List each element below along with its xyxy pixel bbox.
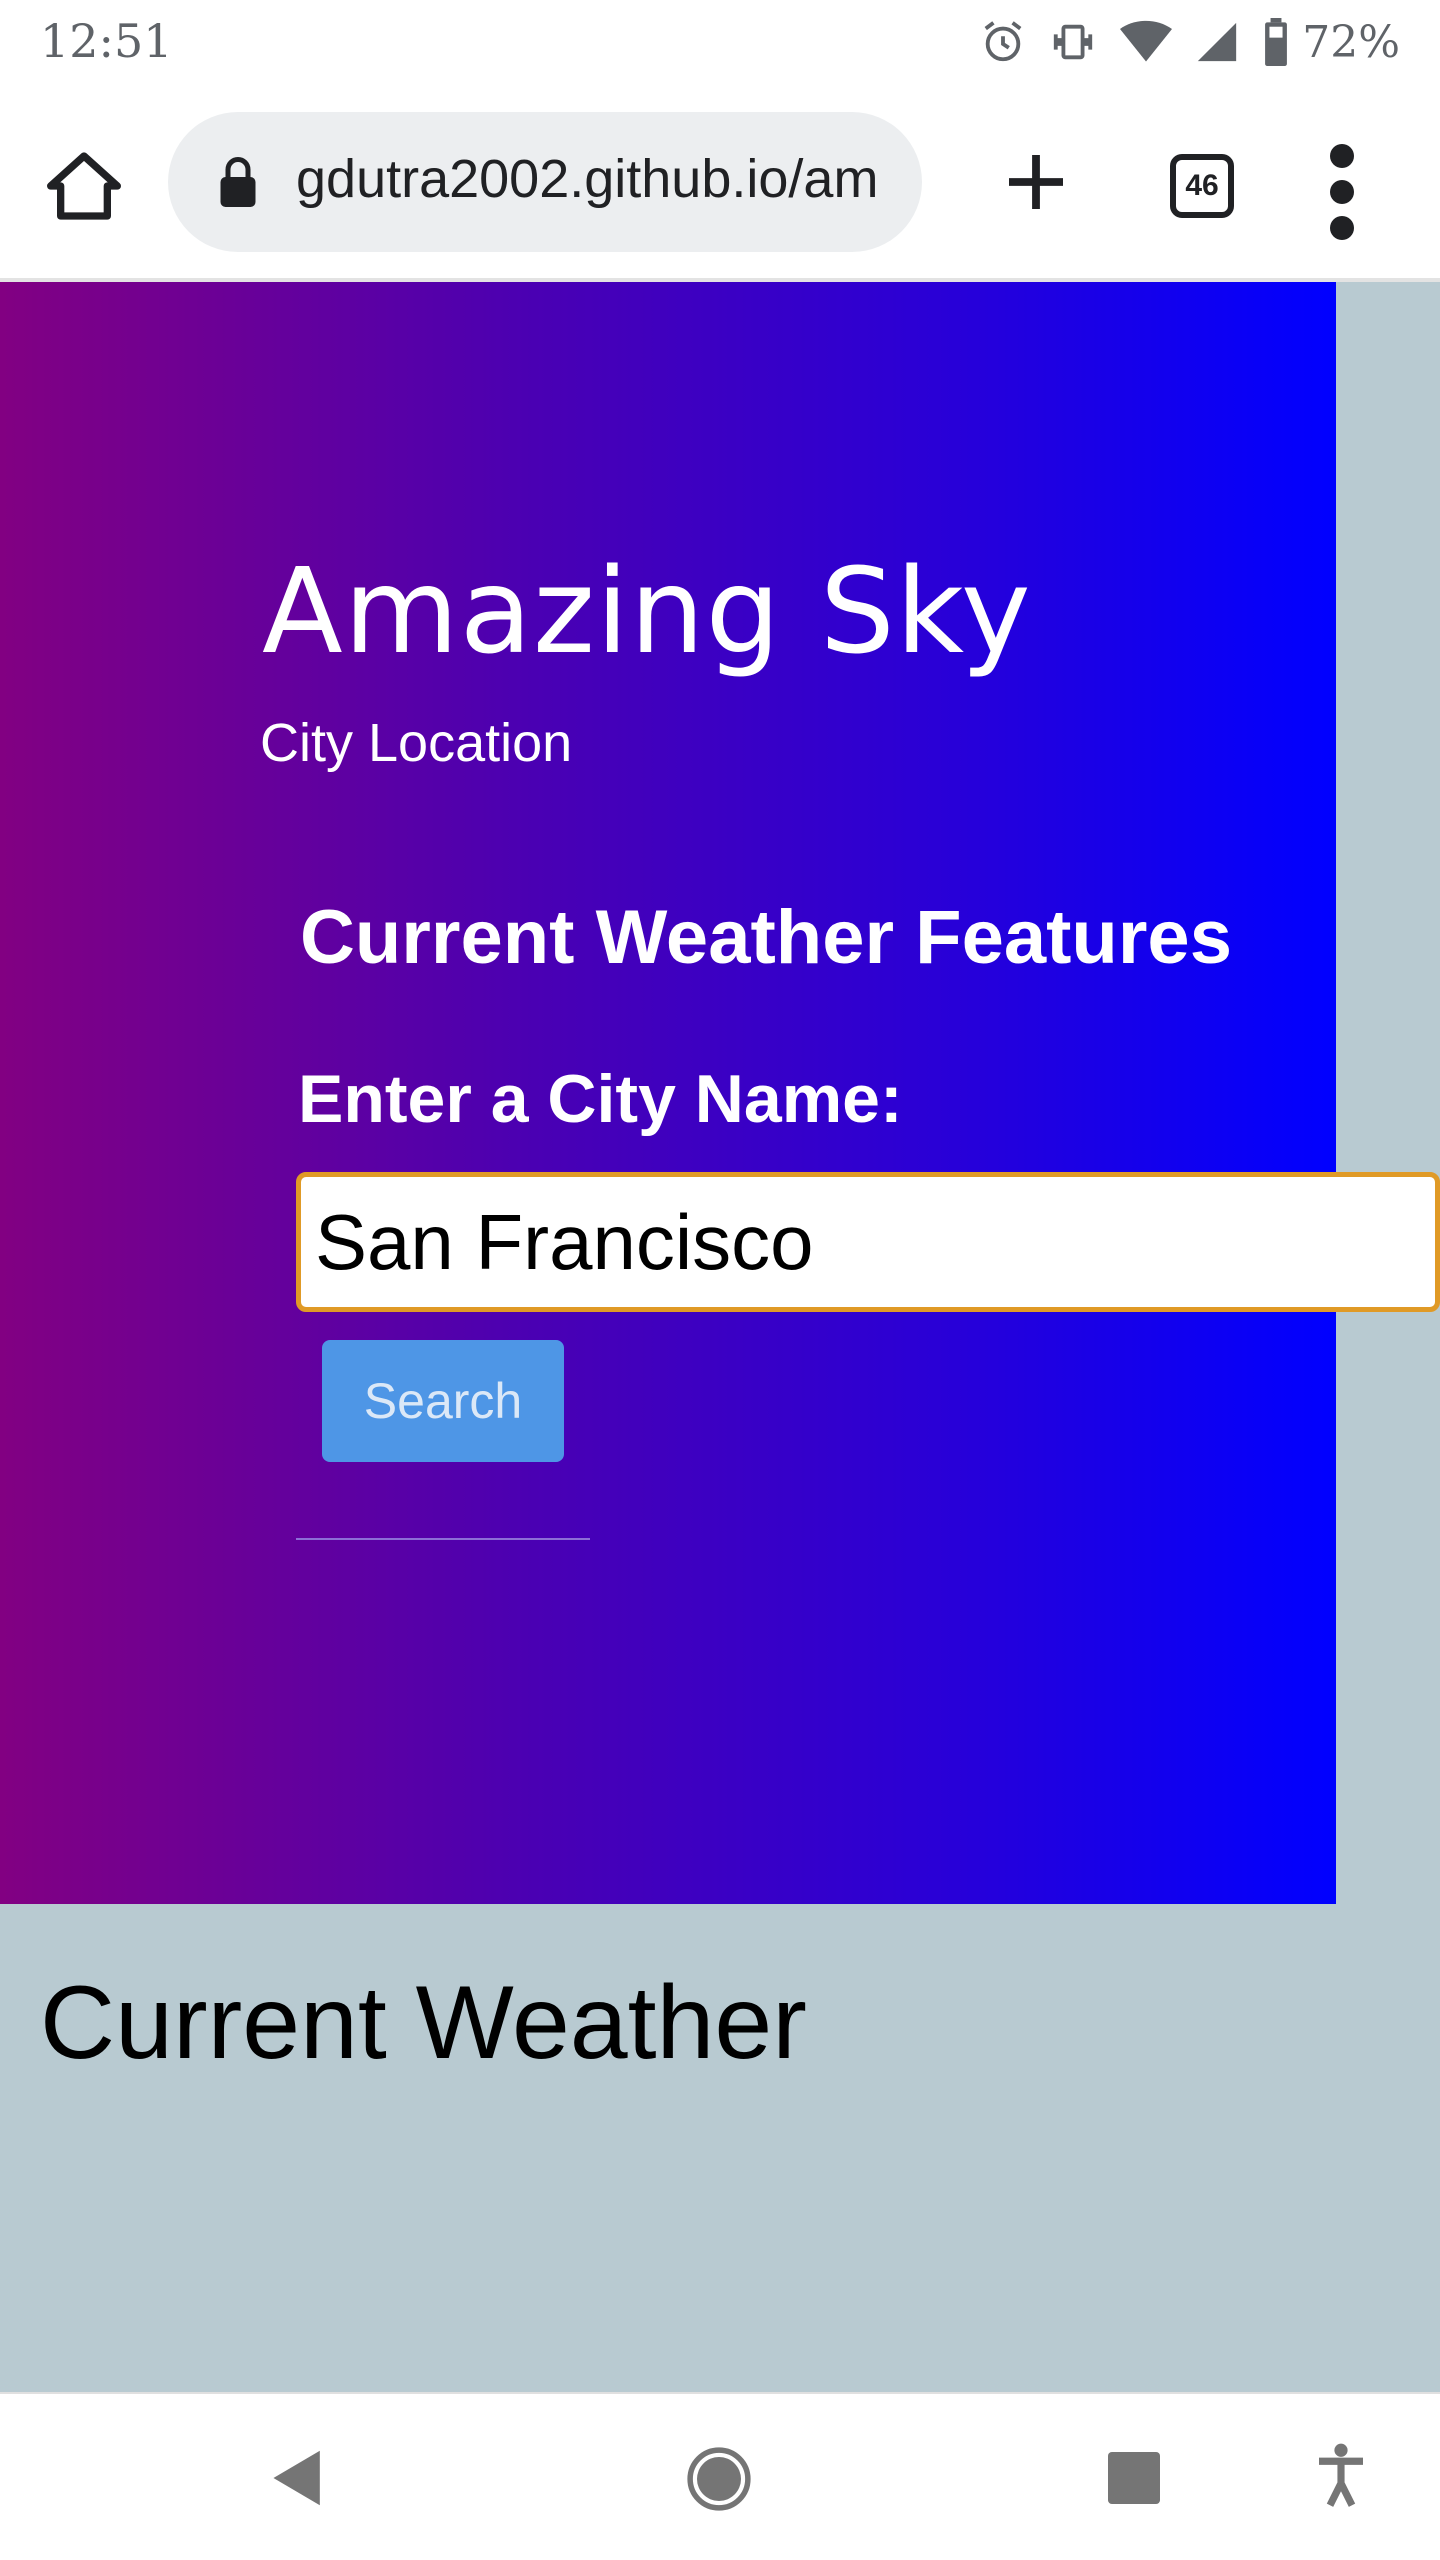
battery-icon (1265, 18, 1288, 66)
accessibility-icon[interactable] (1312, 2442, 1370, 2508)
divider (296, 1538, 590, 1540)
web-page: Amazing Sky City Location Current Weathe… (0, 282, 1440, 2392)
tabs-icon[interactable]: 46 (1170, 154, 1234, 218)
vibrate-icon (1054, 24, 1093, 60)
features-heading: Current Weather Features (300, 895, 1232, 980)
status-icons: 72% (958, 14, 1400, 70)
url-text: gdutra2002.github.io/am (296, 149, 879, 209)
signal-icon (1198, 22, 1237, 62)
navigation-bar (0, 2392, 1440, 2560)
url-bar[interactable]: gdutra2002.github.io/am (168, 112, 922, 252)
tab-count: 46 (1185, 169, 1219, 202)
plus-icon[interactable] (1000, 146, 1072, 218)
city-name-label: Enter a City Name: (298, 1061, 903, 1137)
recents-icon[interactable] (1108, 2452, 1160, 2504)
city-input[interactable] (296, 1172, 1440, 1312)
city-location-text: City Location (260, 713, 573, 773)
back-icon[interactable] (270, 2448, 326, 2508)
status-bar: 12:51 72% (0, 0, 1440, 86)
alarm-icon (984, 21, 1022, 62)
home-icon[interactable] (44, 146, 124, 226)
battery-percent: 72% (1302, 16, 1400, 68)
home-circle-icon[interactable] (686, 2446, 752, 2512)
current-weather-heading: Current Weather (40, 1965, 807, 2081)
wifi-icon (1120, 20, 1173, 62)
page-title: Amazing Sky (262, 542, 1032, 680)
more-vert-icon[interactable] (1322, 140, 1362, 244)
status-time: 12:51 (40, 14, 173, 68)
lock-icon (220, 157, 256, 207)
browser-toolbar: gdutra2002.github.io/am 46 (0, 86, 1440, 282)
hero-section: Amazing Sky City Location Current Weathe… (0, 282, 1440, 1904)
search-button[interactable]: Search (322, 1340, 564, 1462)
